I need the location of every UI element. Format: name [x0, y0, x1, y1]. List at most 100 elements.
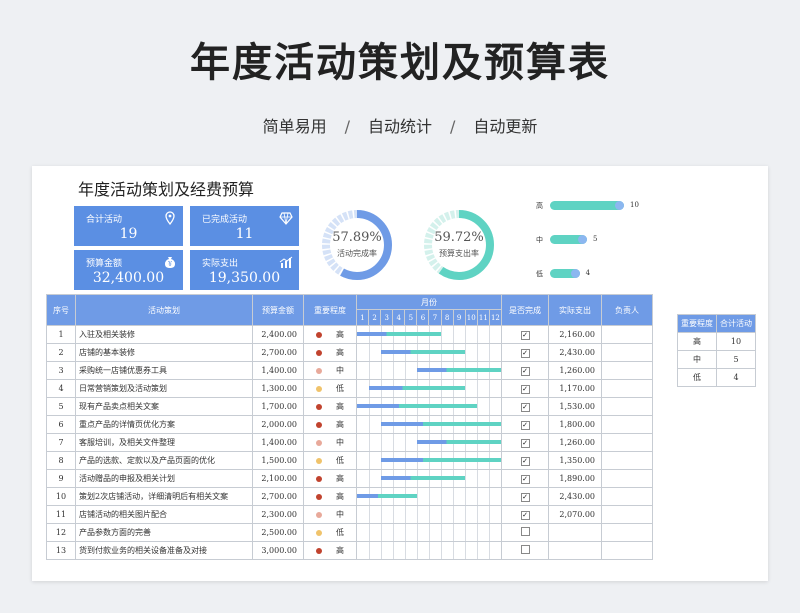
done-checkbox[interactable]: ✓: [520, 456, 530, 466]
done-checkbox[interactable]: ✓: [520, 438, 530, 448]
cell-done[interactable]: ✓: [501, 361, 549, 380]
card-value: 19: [119, 226, 138, 242]
budget-spend-donut: 59.72% 预算支出率: [422, 208, 496, 282]
priority-bar-high: 高 10: [536, 201, 646, 211]
cell-no: 4: [46, 379, 76, 398]
cell-priority: 高: [303, 469, 357, 488]
col-budget: 预算金额: [252, 294, 304, 326]
month-header: 2: [368, 309, 382, 326]
cell-owner: [601, 451, 653, 470]
sheet-title: 年度活动策划及经费预算: [78, 180, 255, 199]
cell-gantt: [356, 397, 502, 416]
priority-text: 低: [336, 528, 344, 537]
table-row: 5 现有产品卖点相关文案 1,700.00 高 ✓ 1,530.00: [46, 397, 653, 416]
priority-bar-low: 低 4: [536, 269, 646, 279]
cell-gantt: [356, 541, 502, 560]
cell-no: 12: [46, 523, 76, 542]
cell-actual: 1,260.00: [548, 361, 602, 380]
cell-actual: [548, 541, 602, 560]
cell-done[interactable]: ✓: [501, 433, 549, 452]
cell-budget: 1,400.00: [252, 361, 304, 380]
month-header: 1: [355, 309, 370, 326]
done-checkbox[interactable]: ✓: [520, 402, 530, 412]
priority-text: 高: [336, 402, 344, 411]
cell-no: 13: [46, 541, 76, 560]
side-cell: 高: [677, 332, 717, 351]
cell-priority: 低: [303, 523, 357, 542]
priority-label: 中: [536, 236, 543, 244]
cell-done[interactable]: ✓: [501, 487, 549, 506]
cell-activity: 店铺活动的相关图片配合: [75, 505, 253, 524]
priority-dot: [316, 512, 322, 518]
cell-priority: 低: [303, 379, 357, 398]
feature-stats: 自动统计: [367, 117, 432, 136]
cell-done[interactable]: ✓: [501, 325, 549, 344]
cell-owner: [601, 379, 653, 398]
cell-done[interactable]: ✓: [501, 379, 549, 398]
gantt-track: [357, 326, 501, 343]
priority-label: 低: [536, 270, 543, 278]
cell-activity: 采购统一店铺优惠券工具: [75, 361, 253, 380]
card-budget-amount: 预算金额 32,400.00 ¥: [74, 250, 183, 290]
done-checkbox[interactable]: [520, 527, 530, 536]
priority-label: 高: [536, 202, 543, 210]
cell-priority: 高: [303, 415, 357, 434]
month-header: 11: [476, 309, 490, 326]
month-header: 5: [404, 309, 418, 326]
month-header: 6: [416, 309, 430, 326]
completion-rate-donut: 57.89% 活动完成率: [320, 208, 394, 282]
cell-gantt: [356, 379, 502, 398]
cell-done[interactable]: ✓: [501, 343, 549, 362]
cell-done[interactable]: [501, 523, 549, 542]
cell-priority: 中: [303, 361, 357, 380]
cell-actual: 1,170.00: [548, 379, 602, 398]
done-checkbox[interactable]: ✓: [520, 348, 530, 358]
cell-owner: [601, 469, 653, 488]
priority-text: 高: [336, 546, 344, 555]
gantt-bar: [381, 350, 465, 354]
side-cell: 低: [677, 368, 717, 387]
done-checkbox[interactable]: ✓: [520, 492, 530, 502]
cell-gantt: [356, 325, 502, 344]
priority-value: 10: [630, 201, 639, 209]
priority-dot: [316, 440, 322, 446]
priority-text: 低: [336, 384, 344, 393]
priority-text: 高: [336, 420, 344, 429]
month-header: 7: [428, 309, 442, 326]
gantt-bar: [369, 386, 465, 390]
cell-activity: 产品的选款、定款以及产品页面的优化: [75, 451, 253, 470]
cell-no: 1: [46, 325, 76, 344]
gantt-bar: [357, 494, 417, 498]
done-checkbox[interactable]: [520, 545, 530, 554]
cell-done[interactable]: ✓: [501, 397, 549, 416]
cell-done[interactable]: ✓: [501, 451, 549, 470]
table-row: 13 货到付款业务的相关设备准备及对接 3,000.00 高: [46, 541, 653, 560]
cell-activity: 客服培训，及相关文件整理: [75, 433, 253, 452]
priority-value: 4: [585, 269, 591, 277]
done-checkbox[interactable]: ✓: [520, 366, 530, 376]
cell-done[interactable]: [501, 541, 549, 560]
done-checkbox[interactable]: ✓: [520, 420, 530, 430]
gantt-track: [357, 434, 501, 451]
done-checkbox[interactable]: ✓: [520, 510, 530, 520]
cell-actual: [548, 523, 602, 542]
gantt-bar: [417, 368, 501, 372]
done-checkbox[interactable]: ✓: [520, 384, 530, 394]
card-label: 合计活动: [86, 215, 123, 225]
table-row: 11 店铺活动的相关图片配合 2,300.00 中 ✓ 2,070.00: [46, 505, 653, 524]
cell-done[interactable]: ✓: [501, 415, 549, 434]
priority-text: 中: [336, 438, 344, 447]
priority-value: 5: [593, 235, 598, 243]
table-row: 7 客服培训，及相关文件整理 1,400.00 中 ✓ 1,260.00: [46, 433, 653, 452]
card-label: 实际支出: [202, 259, 239, 269]
cell-owner: [601, 541, 653, 560]
col-priority: 重要程度: [303, 294, 357, 326]
done-checkbox[interactable]: ✓: [520, 330, 530, 340]
cell-done[interactable]: ✓: [501, 469, 549, 488]
gantt-bar: [381, 458, 501, 462]
done-checkbox[interactable]: ✓: [520, 474, 530, 484]
cell-activity: 重点产品的详情页优化方案: [75, 415, 253, 434]
table-row: 8 产品的选款、定款以及产品页面的优化 1,500.00 低 ✓ 1,350.00: [46, 451, 653, 470]
cell-done[interactable]: ✓: [501, 505, 549, 524]
cell-budget: 2,400.00: [252, 325, 304, 344]
